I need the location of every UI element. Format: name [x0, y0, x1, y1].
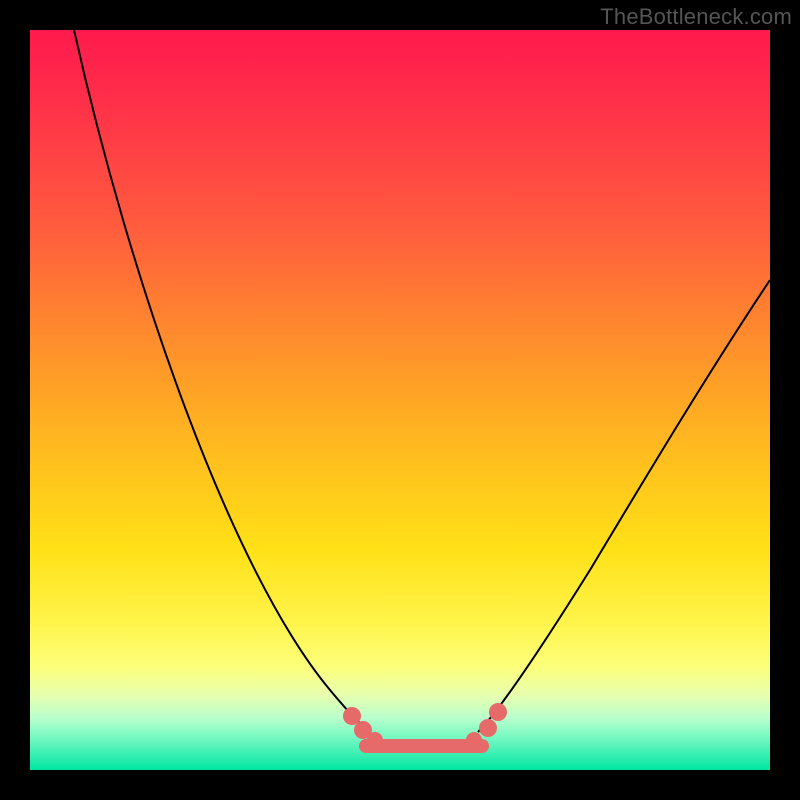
- marker-dot: [343, 707, 361, 725]
- marker-dot: [466, 732, 482, 748]
- right-curve: [478, 280, 770, 732]
- left-curve: [74, 30, 370, 732]
- marker-dot: [489, 703, 507, 721]
- marker-dot: [367, 732, 383, 748]
- marker-dot: [479, 719, 497, 737]
- chart-frame: TheBottleneck.com: [0, 0, 800, 800]
- curve-layer: [30, 30, 770, 770]
- watermark-text: TheBottleneck.com: [600, 4, 792, 30]
- plot-area: [30, 30, 770, 770]
